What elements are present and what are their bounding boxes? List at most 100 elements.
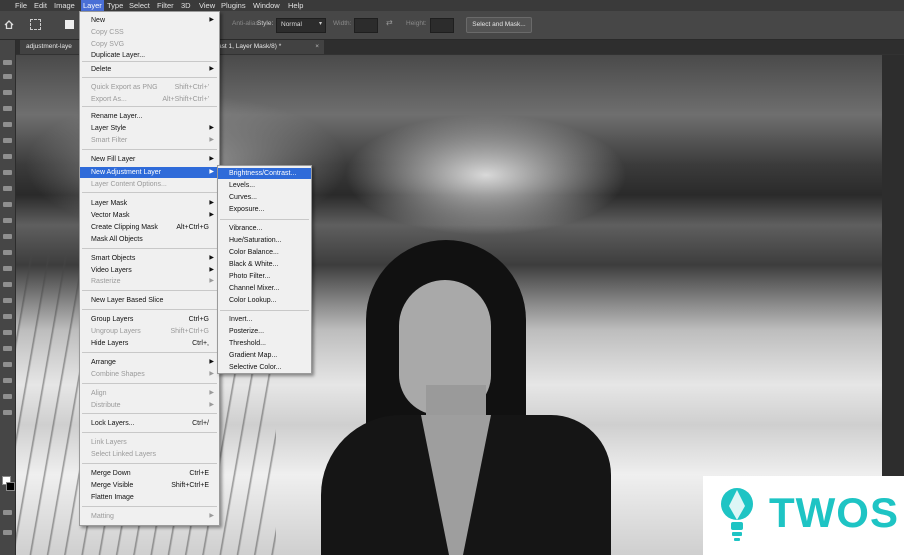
layer-menu-item[interactable]: Rename Layer... — [80, 111, 219, 122]
select-and-mask-button[interactable]: Select and Mask... — [466, 17, 532, 33]
dodge-icon[interactable] — [3, 282, 12, 287]
pen-icon[interactable] — [3, 298, 12, 303]
layer-menu-item[interactable]: Align ▶ — [80, 388, 219, 399]
layer-menu-item[interactable]: Hide Layers Ctrl+, — [80, 338, 219, 349]
menu-type[interactable]: Type — [107, 0, 123, 11]
layer-menu-item[interactable]: Rasterize ▶ — [80, 276, 219, 287]
crop-icon[interactable] — [3, 122, 12, 127]
style-select[interactable]: Normal ▾ — [276, 18, 326, 33]
marquee-tool-icon[interactable] — [30, 19, 41, 30]
move-tool-icon[interactable] — [3, 60, 12, 65]
marquee-icon[interactable] — [3, 74, 12, 79]
adjustment-menu-item[interactable]: Photo Filter... — [218, 271, 311, 282]
layer-menu-item[interactable]: Copy SVG — [80, 39, 219, 50]
selection-mode-icon[interactable] — [65, 20, 74, 29]
layer-menu-item[interactable]: Flatten Image — [80, 492, 219, 503]
path-select-icon[interactable] — [3, 330, 12, 335]
layer-menu-item[interactable]: Smart Filter ▶ — [80, 135, 219, 146]
blur-icon[interactable] — [3, 266, 12, 271]
adjustment-menu-item[interactable]: Color Balance... — [218, 247, 311, 258]
layer-menu-item[interactable]: Select Linked Layers — [80, 449, 219, 460]
lasso-icon[interactable] — [3, 90, 12, 95]
chevron-right-icon: ▶ — [209, 200, 214, 206]
adjustment-menu-item[interactable]: Gradient Map... — [218, 350, 311, 361]
layer-menu-item[interactable]: Delete ▶ — [80, 64, 219, 75]
frame-icon[interactable] — [3, 138, 12, 143]
menu-3d[interactable]: 3D — [181, 0, 191, 11]
menu-filter[interactable]: Filter — [157, 0, 174, 11]
adjustment-menu-item[interactable]: Channel Mixer... — [218, 283, 311, 294]
tab-active-document[interactable]: ast 1, Layer Mask/8) * × — [212, 40, 324, 54]
layer-menu-item[interactable]: Ungroup Layers Shift+Ctrl+G — [80, 326, 219, 337]
hand-icon[interactable] — [3, 362, 12, 367]
adjustment-menu-item[interactable]: Vibrance... — [218, 223, 311, 234]
layer-menu-item[interactable]: Merge Visible Shift+Ctrl+E — [80, 480, 219, 491]
quick-select-icon[interactable] — [3, 106, 12, 111]
screen-mode-icon[interactable] — [3, 530, 12, 535]
eyedropper-icon[interactable] — [3, 154, 12, 159]
width-field[interactable] — [354, 18, 378, 33]
layer-menu-item[interactable]: Lock Layers... Ctrl+/ — [80, 418, 219, 429]
stamp-icon[interactable] — [3, 202, 12, 207]
eraser-icon[interactable] — [3, 234, 12, 239]
layer-menu-item[interactable]: Vector Mask ▶ — [80, 210, 219, 221]
healing-brush-icon[interactable] — [3, 170, 12, 175]
menu-file[interactable]: File — [15, 0, 27, 11]
adjustment-menu-item[interactable]: Hue/Saturation... — [218, 235, 311, 246]
layer-menu-item[interactable]: Link Layers — [80, 437, 219, 448]
layer-menu-item[interactable]: Group Layers Ctrl+G — [80, 314, 219, 325]
menu-edit[interactable]: Edit — [34, 0, 47, 11]
quick-mask-icon[interactable] — [3, 510, 12, 515]
adjustment-menu-item[interactable]: Threshold... — [218, 338, 311, 349]
menu-layer[interactable]: Layer — [81, 0, 104, 11]
adjustment-menu-item[interactable]: Posterize... — [218, 326, 311, 337]
background-color-swatch[interactable] — [6, 482, 15, 491]
layer-menu-item[interactable]: Layer Style ▶ — [80, 123, 219, 134]
layer-menu-item[interactable]: Distribute ▶ — [80, 400, 219, 411]
layer-menu-item[interactable]: Duplicate Layer... — [80, 50, 219, 61]
adjustment-menu-item[interactable]: Invert... — [218, 314, 311, 325]
layer-menu-item[interactable]: Export As... Alt+Shift+Ctrl+' — [80, 94, 219, 105]
layer-menu-item[interactable]: Smart Objects ▶ — [80, 253, 219, 264]
layer-menu-item[interactable]: Matting ▶ — [80, 511, 219, 522]
layer-menu-item[interactable]: Video Layers ▶ — [80, 265, 219, 276]
type-icon[interactable] — [3, 314, 12, 319]
layer-menu-item[interactable]: New Fill Layer ▶ — [80, 154, 219, 165]
layer-menu-item[interactable]: Copy CSS — [80, 27, 219, 38]
more-tools-icon[interactable] — [3, 394, 12, 399]
menu-image[interactable]: Image — [54, 0, 75, 11]
adjustment-menu-item[interactable]: Black & White... — [218, 259, 311, 270]
layer-menu-item[interactable]: Create Clipping Mask Alt+Ctrl+G — [80, 222, 219, 233]
gradient-icon[interactable] — [3, 250, 12, 255]
layer-menu-item[interactable]: Arrange ▶ — [80, 357, 219, 368]
edit-toolbar-icon[interactable] — [3, 410, 12, 415]
height-field[interactable] — [430, 18, 454, 33]
layer-menu-item[interactable]: New Layer Based Slice — [80, 295, 219, 306]
swap-icon[interactable]: ⇄ — [386, 18, 393, 27]
shape-icon[interactable] — [3, 346, 12, 351]
layer-menu-item[interactable]: Mask All Objects — [80, 234, 219, 245]
layer-menu-item[interactable]: New ▶ — [80, 15, 219, 26]
layer-menu-item[interactable]: Quick Export as PNG Shift+Ctrl+' — [80, 82, 219, 93]
menu-select[interactable]: Select — [129, 0, 150, 11]
layer-menu-item[interactable]: Combine Shapes ▶ — [80, 369, 219, 380]
adjustment-menu-item[interactable]: Color Lookup... — [218, 295, 311, 306]
adjustment-menu-item[interactable]: Curves... — [218, 192, 311, 203]
adjustment-menu-item[interactable]: Levels... — [218, 180, 311, 191]
zoom-icon[interactable] — [3, 378, 12, 383]
layer-menu-item[interactable]: Layer Content Options... — [80, 179, 219, 190]
home-icon[interactable] — [4, 20, 14, 30]
layer-menu-item[interactable]: Merge Down Ctrl+E — [80, 468, 219, 479]
menu-view[interactable]: View — [199, 0, 215, 11]
adjustment-menu-item[interactable]: Brightness/Contrast... — [218, 168, 311, 179]
close-icon[interactable]: × — [315, 40, 319, 54]
layer-menu-item[interactable]: Layer Mask ▶ — [80, 198, 219, 209]
layer-menu-item[interactable]: New Adjustment Layer ▶ — [80, 167, 219, 178]
adjustment-menu-item[interactable]: Selective Color... — [218, 362, 311, 373]
brush-icon[interactable] — [3, 186, 12, 191]
menu-window[interactable]: Window — [253, 0, 280, 11]
adjustment-menu-item[interactable]: Exposure... — [218, 204, 311, 215]
menu-help[interactable]: Help — [288, 0, 303, 11]
history-brush-icon[interactable] — [3, 218, 12, 223]
menu-plugins[interactable]: Plugins — [221, 0, 246, 11]
